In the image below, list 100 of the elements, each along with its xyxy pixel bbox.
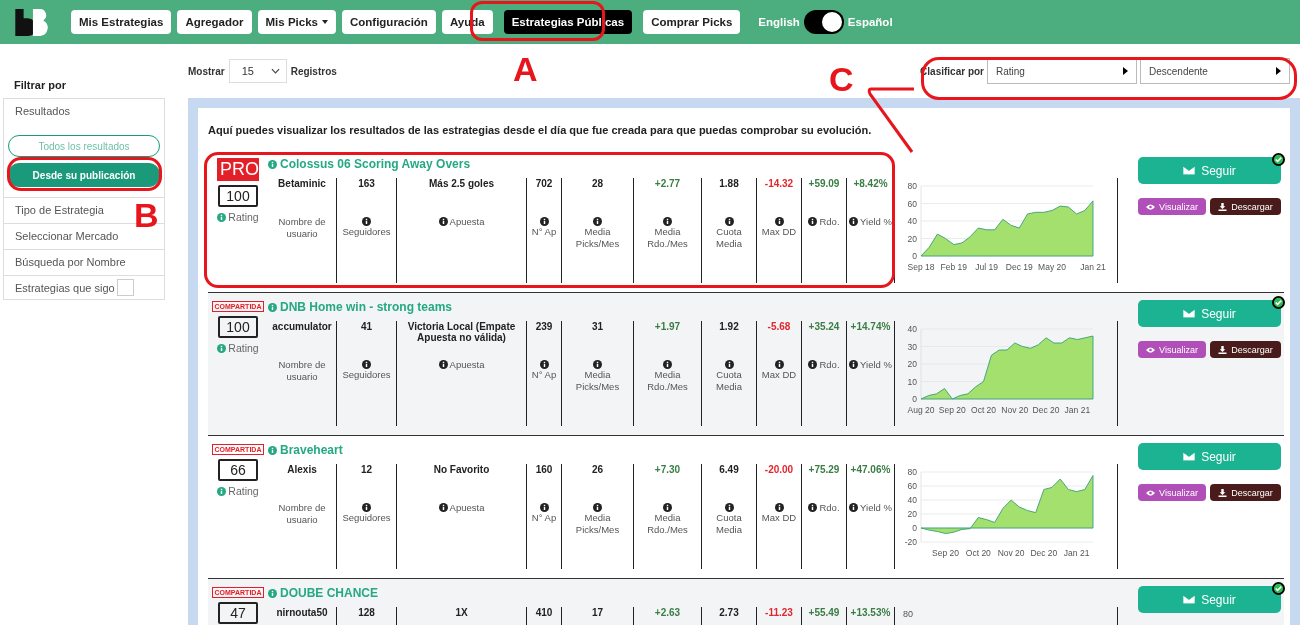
info-icon (217, 486, 227, 496)
filter-item[interactable]: Búsqueda por Nombre (15, 256, 153, 268)
axis-tick-label: 20 (907, 509, 917, 519)
nav-button[interactable]: Configuración (341, 10, 436, 34)
axis-tick-label: 80 (907, 467, 917, 477)
stat-value: No Favorito (432, 464, 491, 477)
stat-label: Nombre de usuario (277, 359, 327, 383)
stat-value: 6.49 (718, 464, 740, 477)
stat-label: Media Rdo./Mes (646, 512, 689, 536)
stat-label: Cuota Media (715, 369, 743, 393)
download-button[interactable]: Descargar (1210, 484, 1281, 501)
axis-tick-label: 40 (907, 324, 917, 334)
stat-label: Media Rdo./Mes (646, 369, 689, 393)
info-icon (268, 445, 277, 455)
stat-value: Alexis (286, 464, 318, 477)
stat-label: Media Rdo./Mes (646, 226, 689, 250)
download-icon (1218, 202, 1228, 211)
stat-value: 128 (357, 607, 376, 620)
axis-tick-label: Sep 18 (907, 262, 935, 272)
view-button[interactable]: Visualizar (1138, 341, 1206, 358)
annotation-letter: C (829, 62, 854, 96)
language-label: Español (847, 16, 893, 28)
axis-tick-label: 10 (907, 376, 917, 387)
rating-score: 47 (218, 602, 258, 624)
stat-label: Seguidores (342, 369, 391, 381)
stat-label: Rdo. (819, 359, 840, 371)
filter-option-button[interactable]: Desde su publicación (8, 163, 160, 187)
download-button[interactable]: Descargar (1210, 341, 1281, 358)
view-button[interactable]: Visualizar (1138, 198, 1206, 215)
info-icon (217, 212, 227, 222)
stat-value: +59.09 (807, 178, 841, 191)
axis-tick-label: Jan 21 (1063, 548, 1090, 558)
axis-tick-label: Sep 20 (938, 405, 966, 415)
info-icon (217, 343, 227, 353)
stat-label: Media Picks/Mes (574, 512, 621, 536)
stat-value: 239 (534, 321, 554, 334)
axis-tick-label: Nov 20 (997, 548, 1025, 558)
sort-select[interactable]: Rating (987, 58, 1137, 84)
stat-label: Rdo. (819, 216, 840, 228)
nav-button[interactable]: Mis Estrategias (71, 10, 172, 34)
pro-badge: PRO (217, 158, 259, 181)
stat-value: +8.42% (852, 178, 889, 191)
language-label: English (758, 16, 800, 28)
eye-icon (1146, 345, 1156, 354)
stat-value: 41 (359, 321, 374, 334)
axis-tick-label: Sep 20 (932, 548, 960, 558)
filter-label: Estrategias que sigo (15, 281, 115, 294)
axis-tick-label: 20 (907, 233, 917, 244)
rating-label: Rating (228, 342, 259, 354)
nav-button[interactable]: Mis Picks (257, 10, 336, 34)
nav-button[interactable]: Agregador (177, 10, 252, 34)
stat-value: -14.32 (763, 178, 795, 191)
info-icon (268, 588, 277, 598)
axis-tick-label: Dec 19 (1005, 262, 1033, 272)
filter-heading: Filtrar por (13, 79, 67, 91)
filter-item[interactable]: Seleccionar Mercado (15, 230, 153, 242)
axis-tick-label: 30 (907, 341, 917, 352)
axis-tick-label: Oct 20 (965, 548, 991, 558)
nav-button[interactable]: Comprar Picks (643, 10, 741, 34)
stat-value: +35.24 (807, 321, 841, 334)
sort-select[interactable]: Descendente (1140, 58, 1290, 84)
stat-label: Seguidores (342, 226, 391, 238)
axis-tick-label: 0 (912, 251, 917, 261)
stat-label: N° Ap (531, 369, 557, 381)
page-size-select[interactable]: 15 (228, 59, 287, 83)
triangle-right-icon (1276, 67, 1281, 75)
download-button[interactable]: Descargar (1210, 198, 1281, 215)
view-button[interactable]: Visualizar (1138, 484, 1206, 501)
stat-label: N° Ap (531, 226, 557, 238)
stat-label: Apuesta (449, 502, 485, 514)
stat-value: 1X (454, 607, 469, 620)
rating-label: Rating (228, 211, 259, 223)
stat-value: 410 (534, 607, 554, 620)
stat-value: 31 (590, 321, 605, 334)
stat-value: +2.63 (653, 607, 682, 620)
axis-tick-label: 20 (907, 359, 917, 369)
envelope-icon (1183, 166, 1196, 175)
axis-tick-label: 40 (907, 216, 917, 226)
axis-tick-label: Dec 20 (1030, 548, 1058, 558)
axis-tick-label: -20 (904, 537, 917, 547)
stat-value: Betaminic (277, 178, 327, 191)
language-toggle[interactable] (803, 10, 844, 34)
stat-label: Rdo. (819, 502, 840, 514)
stat-label: Media Picks/Mes (574, 226, 621, 250)
axis-tick-label: Nov 20 (1001, 405, 1029, 415)
triangle-right-icon (1123, 67, 1128, 75)
annotation-letter: A (513, 52, 538, 86)
envelope-icon (1183, 452, 1196, 461)
axis-tick-label: 60 (907, 198, 917, 209)
show-label: Mostrar (188, 65, 225, 77)
stat-label: Cuota Media (715, 226, 743, 250)
checkbox[interactable] (116, 279, 134, 296)
axis-tick-label: Feb 19 (940, 262, 967, 272)
stat-value: 163 (357, 178, 376, 191)
envelope-icon (1183, 595, 1196, 604)
stat-value: accumulator (271, 321, 333, 334)
stat-label: Seguidores (342, 512, 391, 524)
axis-tick-label: May 20 (1038, 262, 1066, 272)
stat-value: +75.29 (807, 464, 841, 477)
stat-value: +13.53% (849, 607, 892, 620)
